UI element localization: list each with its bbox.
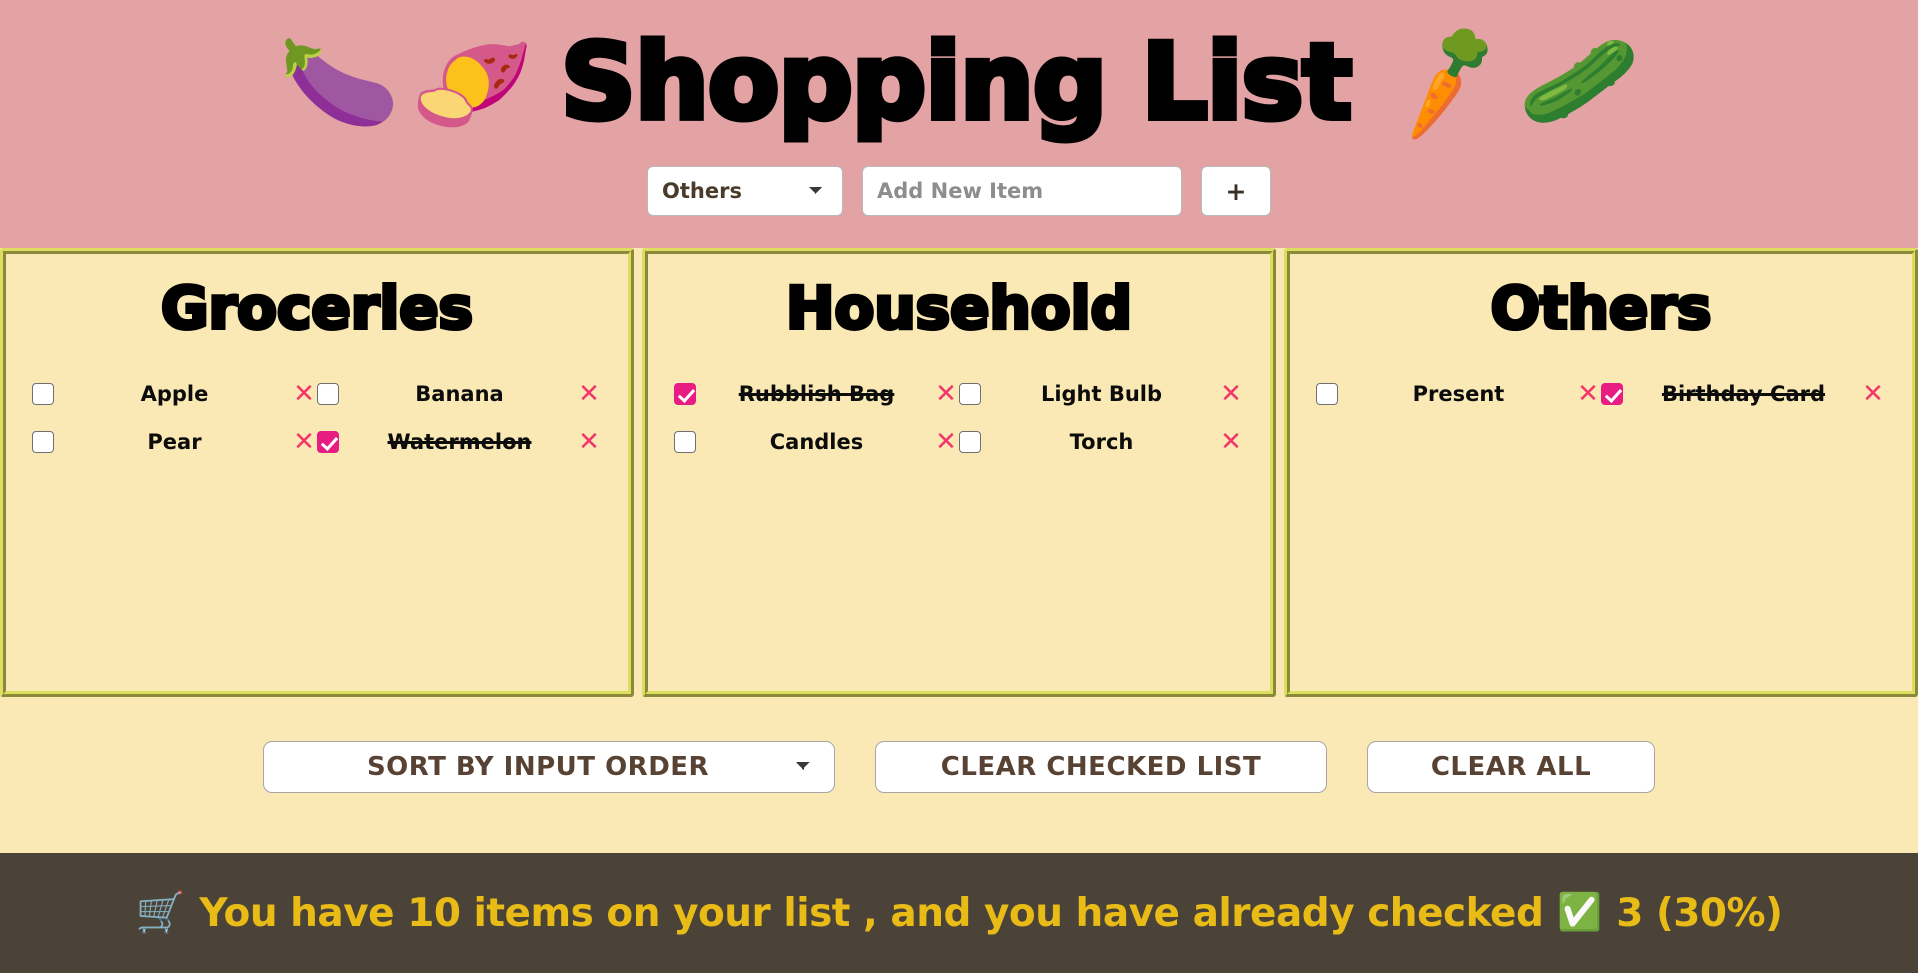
item-checkbox[interactable]: [317, 382, 339, 405]
item-checkbox[interactable]: [317, 430, 339, 453]
card-title: Others: [1489, 274, 1714, 342]
status-text-before: You have 10 items on your list , and you…: [199, 890, 1544, 936]
eggplant-emoji-icon: 🍆: [274, 20, 404, 143]
item-label: Pear: [147, 429, 202, 454]
delete-item-icon[interactable]: ✕: [1218, 381, 1244, 407]
list-card-others: Others Present ✕ Birthday Card ✕: [1284, 248, 1918, 697]
title-row: 🍆 🍠 Shopping List 🥕 🥒: [0, 0, 1918, 160]
items-grid: Present ✕ Birthday Card ✕: [1300, 377, 1902, 411]
list-item: Apple ✕: [32, 377, 317, 411]
item-label: Rubblish Bag: [738, 381, 895, 406]
list-item: Banana ✕: [317, 377, 602, 411]
add-item-button[interactable]: +: [1201, 166, 1271, 216]
item-checkbox[interactable]: [32, 430, 54, 453]
list-cards-container: Groceries Apple ✕ Banana ✕ Pear ✕ Watermelon ✕ …: [0, 248, 1918, 697]
status-footer: 🛒 You have 10 items on your list , and y…: [0, 853, 1918, 973]
list-item: Watermelon ✕: [317, 425, 602, 459]
list-item: Candles ✕: [674, 425, 959, 459]
list-item: Light Bulb ✕: [959, 377, 1244, 411]
item-checkbox[interactable]: [959, 430, 981, 453]
new-item-input[interactable]: [862, 166, 1182, 216]
shopping-cart-icon: 🛒: [135, 890, 186, 936]
delete-item-icon[interactable]: ✕: [291, 381, 317, 407]
page-title: Shopping List: [558, 21, 1355, 143]
check-mark-icon: ✅: [1557, 892, 1603, 933]
delete-item-icon[interactable]: ✕: [1575, 381, 1601, 407]
delete-item-icon[interactable]: ✕: [1218, 429, 1244, 455]
items-grid: Apple ✕ Banana ✕ Pear ✕ Watermelon ✕: [16, 377, 618, 459]
item-label: Torch: [1069, 429, 1134, 454]
list-item: Present ✕: [1316, 377, 1601, 411]
sweet-potato-emoji-icon: 🍠: [403, 15, 541, 148]
item-label: Present: [1412, 381, 1505, 406]
delete-item-icon[interactable]: ✕: [576, 381, 602, 407]
items-grid: Rubblish Bag ✕ Light Bulb ✕ Candles ✕ Torch ✕: [658, 377, 1260, 459]
list-card-household: Household Rubblish Bag ✕ Light Bulb ✕ Candle…: [642, 248, 1276, 697]
app-header: 🍆 🍠 Shopping List 🥕 🥒 GroceriesHousehold…: [0, 0, 1918, 248]
item-label: Watermelon: [387, 429, 532, 454]
item-label: Apple: [140, 381, 209, 406]
carrot-emoji-icon: 🥕: [1374, 11, 1519, 152]
list-item: Rubblish Bag ✕: [674, 377, 959, 411]
delete-item-icon[interactable]: ✕: [933, 381, 959, 407]
list-card-groceries: Groceries Apple ✕ Banana ✕ Pear ✕ Watermelon ✕: [0, 248, 634, 697]
delete-item-icon[interactable]: ✕: [291, 429, 317, 455]
list-item: Torch ✕: [959, 425, 1244, 459]
category-select[interactable]: GroceriesHouseholdOthers: [647, 166, 843, 216]
add-item-form: GroceriesHouseholdOthers +: [647, 166, 1271, 216]
item-label: Light Bulb: [1040, 381, 1163, 406]
item-checkbox[interactable]: [674, 382, 696, 405]
item-label: Candles: [769, 429, 864, 454]
list-item: Pear ✕: [32, 425, 317, 459]
sort-select[interactable]: SORT BY INPUT ORDERSORT BY NAMESORT BY C…: [263, 741, 835, 793]
clear-all-button[interactable]: CLEAR ALL: [1367, 741, 1655, 793]
delete-item-icon[interactable]: ✕: [1860, 381, 1886, 407]
item-label: Banana: [415, 381, 504, 406]
delete-item-icon[interactable]: ✕: [576, 429, 602, 455]
item-checkbox[interactable]: [1601, 382, 1623, 405]
card-title: Groceries: [159, 274, 475, 342]
item-checkbox[interactable]: [959, 382, 981, 405]
clear-checked-list-button[interactable]: CLEAR CHECKED LIST: [875, 741, 1327, 793]
item-label: Birthday Card: [1661, 381, 1826, 406]
bottom-controls: SORT BY INPUT ORDERSORT BY NAMESORT BY C…: [0, 697, 1918, 853]
cucumber-emoji-icon: 🥒: [1514, 20, 1644, 143]
item-checkbox[interactable]: [674, 430, 696, 453]
item-checkbox[interactable]: [1316, 382, 1338, 405]
delete-item-icon[interactable]: ✕: [933, 429, 959, 455]
list-item: Birthday Card ✕: [1601, 377, 1886, 411]
card-title: Household: [784, 274, 1134, 342]
item-checkbox[interactable]: [32, 382, 54, 405]
status-text-after: 3 (30%): [1616, 890, 1783, 936]
